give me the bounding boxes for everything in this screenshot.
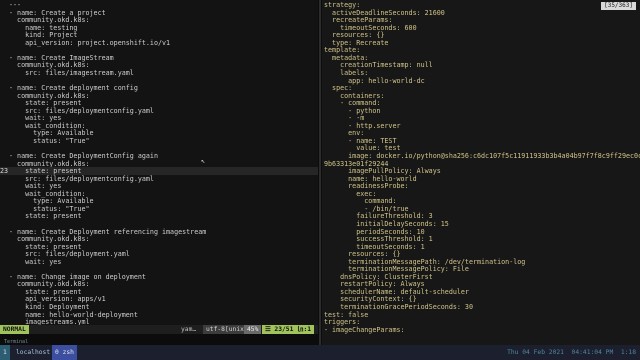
window-tab-zsh[interactable]: 0 zsh [52, 345, 77, 360]
clock-label: Thu 04 Feb 2021 04:41:04 PM 1:18 [507, 349, 636, 356]
output-line-text: - imageChangeParams: [324, 325, 405, 334]
session-index[interactable]: 1 [0, 345, 10, 360]
tmux-statusbar: Terminal 1 localhost 0 zsh Thu 04 Feb 20… [0, 339, 640, 360]
scroll-percent: 45% [244, 325, 262, 334]
filetype-label: yam… [181, 326, 197, 333]
vim-statusline: NORMAL yam… utf-8[unix] 45% ☰ 23/51 ㏑:1 [0, 325, 318, 334]
line-column-indicator: ☰ 23/51 ㏑:1 [262, 325, 315, 334]
output-line: - imageChangeParams: [322, 326, 640, 334]
hostname-label: localhost [16, 349, 51, 356]
mouse-pointer-icon: ↖ [201, 157, 206, 165]
editor-pane-left[interactable]: --- - name: Create a project community.ok… [0, 0, 318, 334]
pane-divider[interactable] [319, 0, 321, 345]
mode-indicator: NORMAL [0, 325, 29, 334]
output-pane-right[interactable]: [35/363] strategy: activeDeadlineSeconds… [322, 0, 640, 345]
